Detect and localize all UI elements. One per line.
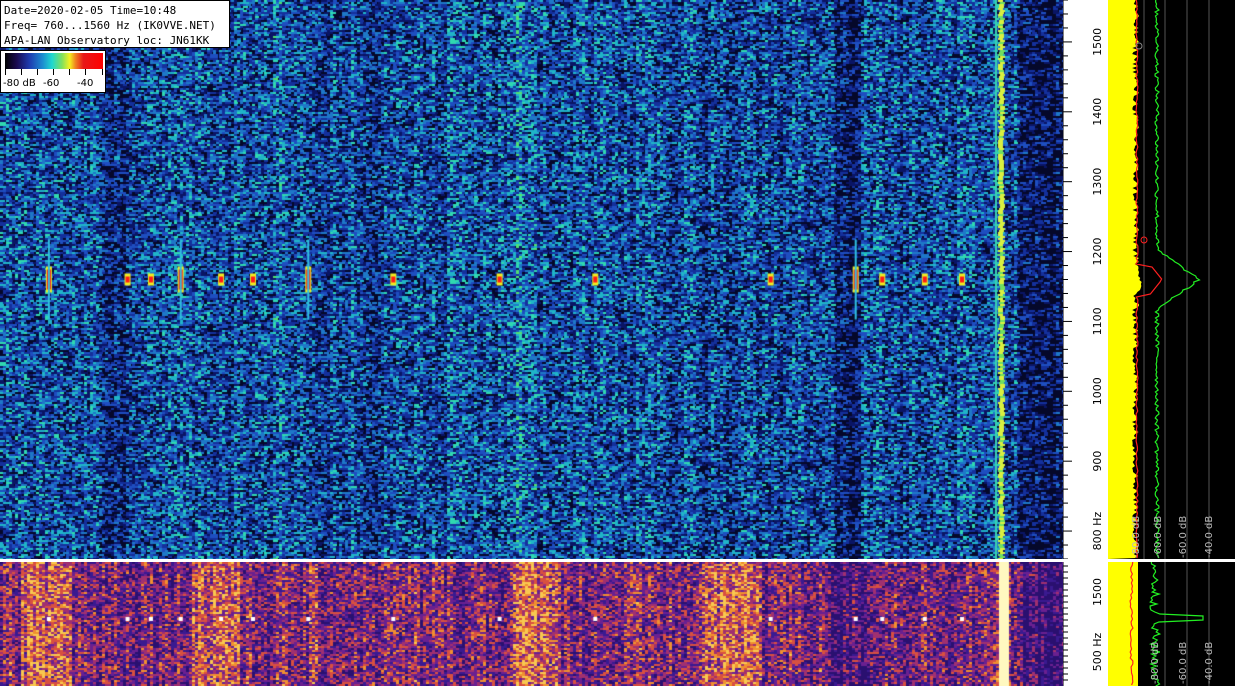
spectrum-db-label: -60.0 dB (1178, 516, 1189, 558)
frequency-tick-label: 1400 (1091, 98, 1104, 126)
frequency-tick-label: 1000 (1091, 377, 1104, 405)
color-scale-legend: -80 dB -60 -40 (0, 50, 106, 93)
info-box: Date=2020-02-05 Time=10:48 Freq= 760...1… (0, 0, 230, 48)
spectrum-db-label: -40.0 dB (1204, 516, 1215, 558)
waterfall-spectrogram-wide (0, 562, 1063, 686)
color-scale-label-min: -80 dB (3, 78, 36, 89)
color-scale-ticks (5, 69, 103, 75)
spectrum-panel-wide: -80.0 dB -60.0 dB -40.0 dB (1108, 562, 1235, 686)
observatory-label: APA-LAN Observatory loc: JN61KK (4, 34, 210, 47)
frequency-tick-label: 1100 (1091, 307, 1104, 335)
color-scale-label-max: -40 (77, 78, 94, 89)
frequency-axis: 800 Hz 900 1000 1100 1200 1300 1400 1500 (1063, 0, 1108, 559)
waterfall-spectrogram (0, 0, 1063, 559)
spectrum-db-label: -40.0 dB (1204, 642, 1215, 684)
frequency-tick-label: 800 Hz (1091, 512, 1104, 551)
frequency-axis-wide: 500 Hz 1500 (1063, 562, 1108, 686)
frequency-tick-label: 1500 (1091, 28, 1104, 56)
frequency-tick-label: 1300 (1091, 168, 1104, 196)
average-spectrum-area (1108, 562, 1138, 686)
frequency-range-label: Freq= 760...1560 Hz (IK0VVE.NET) (4, 19, 216, 32)
spectrum-db-label: -60.0 dB (1153, 516, 1164, 558)
frequency-tick-label: 1500 (1091, 578, 1104, 606)
spectrum-panel: -80.0 dB -60.0 dB -60.0 dB -40.0 dB (1108, 0, 1235, 559)
spectrum-db-label: -80.0 dB (1131, 516, 1142, 558)
panel-divider (0, 559, 1235, 562)
spectrum-db-label: -60.0 dB (1178, 642, 1189, 684)
frequency-tick-label: 1200 (1091, 238, 1104, 266)
date-time-label: Date=2020-02-05 Time=10:48 (4, 4, 177, 17)
frequency-tick-label: 500 Hz (1091, 633, 1104, 672)
spectrum-db-label: -80.0 dB (1150, 642, 1161, 684)
color-scale-bar (5, 53, 103, 69)
frequency-tick-label: 900 (1091, 451, 1104, 472)
color-scale-label-mid: -60 (43, 78, 60, 89)
